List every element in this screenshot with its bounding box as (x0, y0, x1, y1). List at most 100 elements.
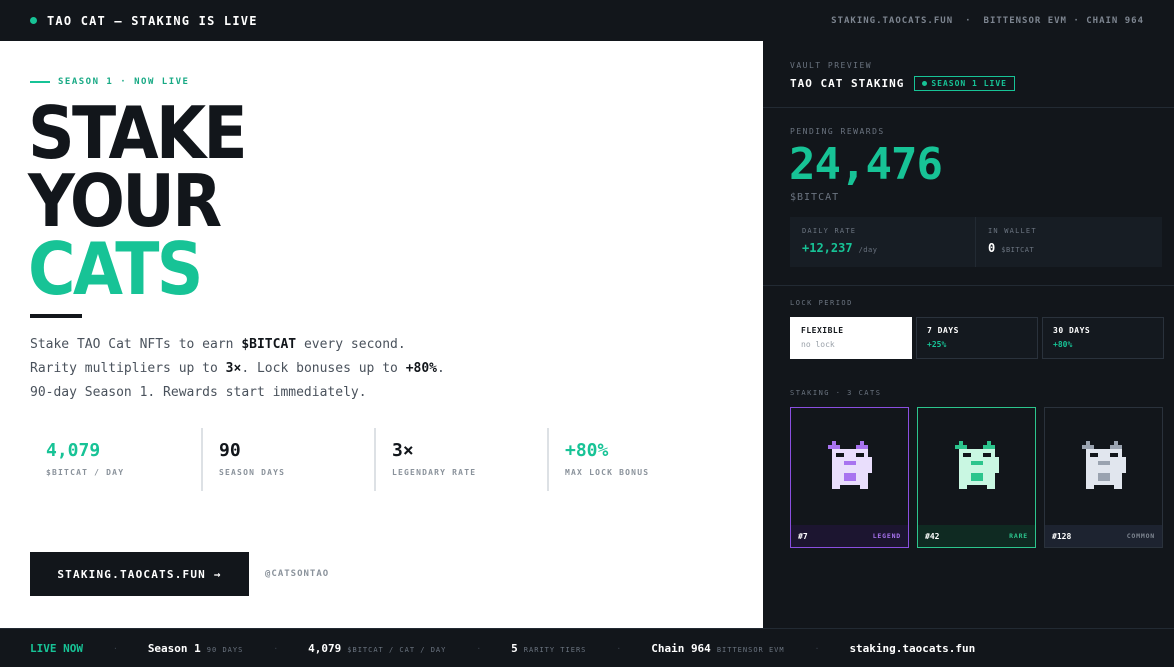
brand: TAO CAT — STAKING IS LIVE (30, 14, 258, 28)
desc-text: Stake TAO Cat NFTs to earn (30, 337, 242, 352)
ticker-live: LIVE NOW (30, 642, 83, 655)
cat-id: #42 (925, 531, 940, 541)
lock-option-7-days[interactable]: 7 DAYS +25% (916, 317, 1038, 359)
desc-text: Rarity multipliers up to (30, 361, 226, 376)
staked-cats: #7 LEGEND #42 RARE #128 COMMON (790, 407, 1163, 548)
accent-bar (30, 81, 50, 83)
lock-title: FLEXIBLE (801, 326, 844, 335)
description: Stake TAO Cat NFTs to earn $BITCAT every… (30, 333, 445, 405)
cta-button[interactable]: STAKING.TAOCATS.FUN → (30, 552, 249, 596)
cat-tier: COMMON (1126, 532, 1155, 540)
stat-legendary: 3× LEGENDARY RATE (376, 428, 549, 491)
ticker-value: Season 1 (147, 641, 201, 655)
ticker-item: Chain 964 BITTENSOR EVM (651, 642, 784, 655)
multiplier-value: 3× (225, 361, 242, 376)
badge-text: SEASON 1 LIVE (931, 79, 1007, 88)
pending-label: PENDING REWARDS (790, 127, 885, 136)
ticker-separator: · (616, 643, 622, 653)
ticker-separator: · (273, 643, 279, 653)
cat-id: #7 (798, 531, 808, 541)
cat-card-footer: #128 COMMON (1045, 525, 1162, 547)
ticker-value: 4,079 (308, 641, 342, 655)
ticker-separator: · (814, 643, 820, 653)
stat-label: MAX LOCK BONUS (565, 468, 650, 477)
headline: STAKE YOUR CATS (28, 91, 269, 311)
ticker-value: 5 (511, 641, 518, 655)
vault-title: TAO CAT STAKING (790, 77, 905, 90)
ticker-label: BITTENSOR EVM (716, 645, 785, 654)
cat-pixel-icon (918, 408, 1035, 526)
social-handle-link[interactable]: @CATSONTAO (265, 569, 329, 579)
season-label-text: SEASON 1 · NOW LIVE (58, 77, 190, 87)
season-label: SEASON 1 · NOW LIVE (30, 77, 189, 87)
ticker-item: 4,079 $BITCAT / CAT / DAY (308, 642, 446, 655)
lock-option-30-days[interactable]: 30 DAYS +80% (1042, 317, 1164, 359)
desc-text: . Lock bonuses up to (241, 361, 406, 376)
stat-label: $BITCAT / DAY (46, 468, 125, 477)
chain-info: BITTENSOR EVM · CHAIN 964 (983, 15, 1144, 26)
ticker-site-link[interactable]: staking.taocats.fun (849, 642, 975, 655)
cat-tier: LEGEND (872, 532, 901, 540)
site-link[interactable]: STAKING.TAOCATS.FUN (831, 16, 953, 26)
ticker-value: Chain 964 (651, 641, 711, 655)
top-links: STAKING.TAOCATS.FUN · BITTENSOR EVM · CH… (831, 16, 1144, 26)
headline-line-1: STAKE (28, 91, 248, 175)
wallet-unit: $BITCAT (1001, 246, 1035, 254)
lock-option-flexible[interactable]: FLEXIBLE no lock (790, 317, 912, 359)
stat-lock-bonus: +80% MAX LOCK BONUS (549, 428, 722, 491)
cat-card[interactable]: #7 LEGEND (790, 407, 909, 548)
ticker-label: RARITY TIERS (523, 645, 587, 654)
separator: · (965, 15, 972, 26)
live-dot-icon (922, 81, 928, 86)
hero-section: SEASON 1 · NOW LIVE STAKE YOUR CATS Stak… (0, 41, 763, 628)
headline-line-3: CATS (28, 227, 203, 311)
ticker-separator: · (112, 643, 118, 653)
cat-card[interactable]: #128 COMMON (1044, 407, 1163, 548)
divider (763, 107, 1174, 108)
wallet-value: 0 (988, 241, 996, 255)
divider-bar (30, 314, 82, 318)
stat-value: 90 (219, 440, 241, 461)
lock-sub: +25% (927, 340, 947, 349)
vault-label: VAULT PREVIEW (790, 61, 873, 70)
cat-card[interactable]: #42 RARE (917, 407, 1036, 548)
daily-rate-unit: /day (858, 246, 878, 254)
cat-pixel-icon (1045, 408, 1162, 526)
desc-text: 90-day Season 1. Rewards start immediate… (30, 385, 367, 400)
stats-row: 4,079 $BITCAT / DAY 90 SEASON DAYS 3× LE… (30, 428, 722, 491)
lock-title: 30 DAYS (1053, 326, 1091, 335)
season-badge: SEASON 1 LIVE (914, 76, 1015, 91)
ticker-item[interactable]: staking.taocats.fun (849, 642, 975, 655)
cat-card-footer: #7 LEGEND (791, 525, 908, 547)
divider (763, 285, 1174, 286)
rate-box: DAILY RATE +12,237/day IN WALLET 0 $BITCA… (790, 217, 1162, 267)
stat-daily: 4,079 $BITCAT / DAY (30, 428, 203, 491)
token-name: $BITCAT (241, 337, 297, 352)
top-bar: TAO CAT — STAKING IS LIVE STAKING.TAOCAT… (0, 0, 1174, 41)
ticker-label: 90 DAYS (206, 645, 244, 654)
staking-label: STAKING · 3 CATS (790, 389, 882, 397)
ticker-live-text: LIVE NOW (30, 641, 83, 655)
daily-rate-value: +12,237 (802, 241, 853, 255)
ticker-item: Season 1 90 DAYS (148, 642, 244, 655)
stat-label: LEGENDARY RATE (392, 468, 477, 477)
headline-line-2: YOUR (28, 159, 222, 243)
cat-tier: RARE (1009, 532, 1028, 540)
live-dot-icon (30, 17, 37, 24)
pending-value: 24,476 (789, 139, 943, 190)
ticker-item: 5 RARITY TIERS (511, 642, 586, 655)
lock-sub: no lock (801, 340, 835, 349)
stat-season: 90 SEASON DAYS (203, 428, 376, 491)
ticker-label: $BITCAT / CAT / DAY (347, 645, 447, 654)
vault-header: VAULT PREVIEW TAO CAT STAKING SEASON 1 L… (790, 61, 1015, 91)
cat-card-footer: #42 RARE (918, 525, 1035, 547)
daily-rate-label: DAILY RATE (802, 227, 857, 235)
lock-title: 7 DAYS (927, 326, 959, 335)
stat-value: 4,079 (46, 440, 101, 461)
desc-text: . (437, 361, 445, 376)
ticker-separator: · (476, 643, 482, 653)
stat-value: 3× (392, 440, 414, 461)
lock-period-options: FLEXIBLE no lock 7 DAYS +25% 30 DAYS +80… (790, 317, 1164, 359)
stat-label: SEASON DAYS (219, 468, 286, 477)
lock-sub: +80% (1053, 340, 1073, 349)
